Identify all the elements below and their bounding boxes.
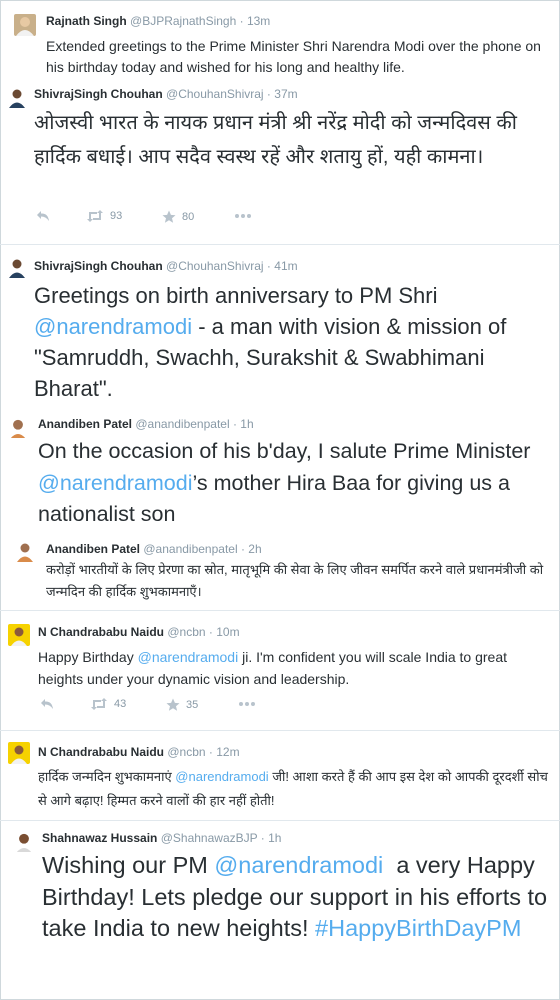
author-name[interactable]: Anandiben Patel [46, 542, 140, 556]
favorite-count: 35 [186, 699, 199, 711]
reply-button[interactable] [40, 698, 54, 710]
mention-link[interactable]: @narendramodi [38, 471, 193, 495]
timestamp[interactable]: 13m [247, 14, 270, 28]
tweet-text: हार्दिक जन्मदिन शुभकामनाएं @narendramodi… [38, 765, 550, 813]
tweet-text: Wishing our PM @narendramodi a very Happ… [42, 850, 554, 945]
divider [0, 244, 560, 245]
divider [0, 610, 560, 611]
tweet-rajnath: Rajnath Singh @BJPRajnathSingh · 13m Ext… [0, 0, 560, 82]
author-name[interactable]: N Chandrababu Naidu [38, 745, 164, 759]
tweet-naidu-hindi: N Chandrababu Naidu @ncbn · 12m हार्दिक … [0, 736, 560, 820]
reply-icon [37, 211, 49, 221]
tweet-header: N Chandrababu Naidu @ncbn · 12m [38, 745, 240, 759]
avatar[interactable] [6, 86, 28, 108]
tweet-text: ओजस्वी भारत के नायक प्रधान मंत्री श्री न… [34, 112, 517, 168]
tweet-anandiben-hindi: Anandiben Patel @anandibenpatel · 2h करो… [0, 532, 560, 610]
tweet-header: Anandiben Patel @anandibenpatel · 2h [46, 542, 262, 556]
timestamp[interactable]: 1h [268, 831, 281, 845]
text-part: हार्दिक जन्मदिन शुभकामनाएं [38, 769, 176, 784]
tweet-header: ShivrajSingh Chouhan @ChouhanShivraj · 4… [34, 259, 298, 273]
timestamp[interactable]: 1h [240, 417, 253, 431]
favorite-icon [162, 210, 176, 223]
author-handle[interactable]: @ShahnawazBJP [161, 831, 258, 845]
retweet-icon [91, 698, 107, 710]
more-icon [235, 214, 251, 218]
more-button[interactable] [234, 208, 252, 220]
favorite-count: 80 [182, 211, 195, 223]
author-handle[interactable]: @ncbn [167, 625, 205, 639]
timestamp[interactable]: 37m [274, 87, 297, 101]
timestamp[interactable]: 12m [216, 745, 239, 759]
avatar[interactable] [6, 256, 28, 278]
tweet-naidu-english: N Chandrababu Naidu @ncbn · 10m Happy Bi… [0, 616, 560, 730]
avatar[interactable] [12, 830, 34, 852]
mention-link[interactable]: @narendramodi [175, 769, 268, 784]
tweet-shahnawaz: Shahnawaz Hussain @ShahnawazBJP · 1h Wis… [0, 822, 560, 998]
tweet-text: Happy Birthday @narendramodi ji. I'm con… [38, 646, 548, 690]
favorite-icon [166, 698, 180, 711]
retweet-count: 43 [114, 698, 127, 710]
divider [0, 820, 560, 821]
favorite-button[interactable]: 80 [162, 210, 194, 224]
tweet-text: Greetings on birth anniversary to PM Shr… [34, 280, 554, 404]
avatar[interactable] [14, 540, 36, 562]
more-icon [239, 702, 255, 706]
text-part: Greetings on birth anniversary to PM Shr… [34, 283, 438, 308]
avatar[interactable] [8, 742, 30, 764]
author-name[interactable]: ShivrajSingh Chouhan [34, 87, 163, 101]
avatar[interactable] [14, 14, 36, 36]
text-part: On the occasion of his b'day, I salute P… [38, 439, 531, 463]
retweet-button[interactable]: 93 [86, 210, 122, 222]
timestamp[interactable]: 2h [248, 542, 261, 556]
text-part: Wishing our PM [42, 852, 215, 878]
timestamp[interactable]: 41m [274, 259, 297, 273]
mention-link[interactable]: @narendramodi [138, 649, 239, 665]
tweet-actions: 93 80 [34, 210, 334, 230]
author-name[interactable]: N Chandrababu Naidu [38, 625, 164, 639]
author-handle[interactable]: @BJPRajnathSingh [130, 14, 236, 28]
avatar[interactable] [8, 624, 30, 646]
tweet-header: ShivrajSingh Chouhan @ChouhanShivraj · 3… [34, 87, 298, 101]
tweet-header: Shahnawaz Hussain @ShahnawazBJP · 1h [42, 831, 282, 845]
author-name[interactable]: Shahnawaz Hussain [42, 831, 157, 845]
more-button[interactable] [238, 696, 256, 708]
retweet-icon [87, 210, 103, 222]
avatar[interactable] [6, 416, 28, 438]
timestamp[interactable]: 10m [216, 625, 239, 639]
author-handle[interactable]: @ChouhanShivraj [166, 87, 264, 101]
tweet-shivraj-english: ShivrajSingh Chouhan @ChouhanShivraj · 4… [0, 250, 560, 410]
tweet-actions: 43 35 [38, 698, 338, 718]
favorite-button[interactable]: 35 [166, 698, 198, 712]
tweet-header: N Chandrababu Naidu @ncbn · 10m [38, 625, 240, 639]
author-handle[interactable]: @anandibenpatel [135, 417, 229, 431]
reply-button[interactable] [36, 210, 50, 222]
tweet-text: Extended greetings to the Prime Minister… [46, 38, 541, 75]
retweet-button[interactable]: 43 [90, 698, 126, 710]
retweet-count: 93 [110, 210, 123, 222]
mention-link[interactable]: @narendramodi [214, 852, 383, 878]
text-part: Happy Birthday [38, 649, 138, 665]
tweet-text: करोड़ों भारतीयों के लिए प्रेरणा का स्रोत… [46, 562, 544, 599]
author-name[interactable]: Anandiben Patel [38, 417, 132, 431]
mention-link[interactable]: @narendramodi [34, 314, 192, 339]
tweet-header: Rajnath Singh @BJPRajnathSingh · 13m [46, 14, 271, 28]
divider [0, 730, 560, 731]
author-handle[interactable]: @ncbn [167, 745, 205, 759]
tweet-header: Anandiben Patel @anandibenpatel · 1h [38, 417, 254, 431]
hashtag-link[interactable]: #HappyBirthDayPM [315, 915, 521, 941]
author-name[interactable]: Rajnath Singh [46, 14, 127, 28]
author-name[interactable]: ShivrajSingh Chouhan [34, 259, 163, 273]
tweet-text: On the occasion of his b'day, I salute P… [38, 436, 554, 531]
author-handle[interactable]: @ChouhanShivraj [166, 259, 264, 273]
tweet-shivraj-hindi: ShivrajSingh Chouhan @ChouhanShivraj · 3… [0, 82, 560, 244]
tweet-anandiben-english: Anandiben Patel @anandibenpatel · 1h On … [0, 410, 560, 532]
reply-icon [41, 699, 53, 709]
author-handle[interactable]: @anandibenpatel [143, 542, 237, 556]
